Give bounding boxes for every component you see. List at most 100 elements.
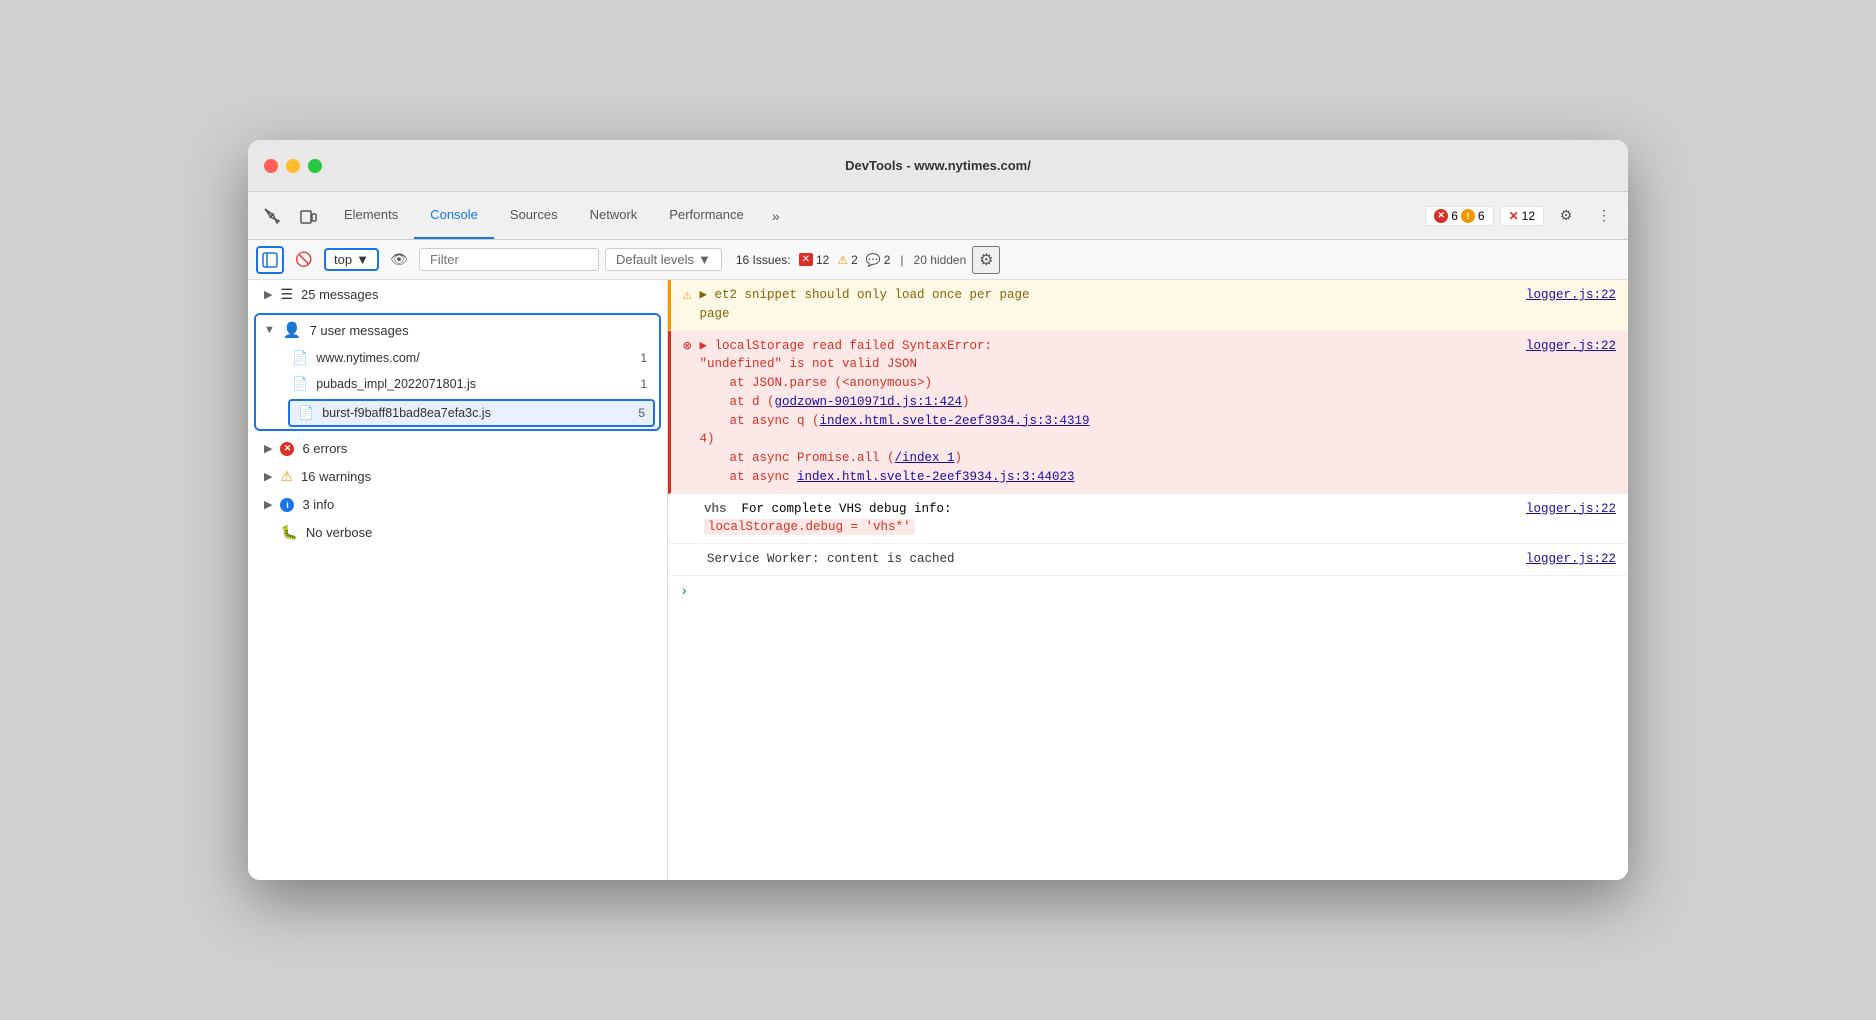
all-messages-label: 25 messages <box>301 287 378 302</box>
tab-bar: Elements Console Sources Network Perform… <box>328 192 1421 239</box>
sidebar-child-pubads[interactable]: 📄 pubads_impl_2022071801.js 1 <box>256 371 659 397</box>
sidebar-item-warnings[interactable]: ▶ ⚠ 16 warnings <box>248 462 667 491</box>
issues-info-icon: 💬 <box>866 253 881 267</box>
errors-count: 6 <box>1451 209 1458 223</box>
console-sidebar: ▶ ☰ 25 messages ▼ 👤 7 user messages 📄 ww… <box>248 280 668 880</box>
sidebar-child-burst[interactable]: 📄 burst-f9baff81bad8ea7efa3c.js 5 <box>288 399 655 427</box>
vhs-link[interactable]: logger.js:22 <box>1526 500 1616 519</box>
filter-input[interactable] <box>419 248 599 271</box>
more-tabs-button[interactable]: » <box>760 200 792 232</box>
vhs-text: vhs For complete VHS debug info: <box>704 500 952 519</box>
godzown-link[interactable]: godzown-9010971d.js:1:424 <box>774 395 962 409</box>
vhs-code: localStorage.debug = 'vhs*' <box>704 519 915 535</box>
sidebar-item-verbose[interactable]: ▶ 🐛 No verbose <box>248 518 667 547</box>
issues-info-count: 💬 2 <box>866 253 891 267</box>
file-icon: 📄 <box>292 350 308 366</box>
tab-elements[interactable]: Elements <box>328 192 414 239</box>
warning-link[interactable]: logger.js:22 <box>1526 286 1616 305</box>
more-options-button[interactable]: ⋮ <box>1588 200 1620 232</box>
block-requests-button[interactable]: 🚫 <box>290 246 318 274</box>
user-messages-group: ▼ 👤 7 user messages 📄 www.nytimes.com/ 1… <box>254 313 661 431</box>
warning-text: ▶ et2 snippet should only load once per … <box>699 286 1029 305</box>
expand-arrow: ▼ <box>264 324 275 336</box>
error-text-1: ▶ localStorage read failed SyntaxError: <box>699 337 992 356</box>
error-line-1: ▶ localStorage read failed SyntaxError: … <box>699 337 1616 356</box>
context-label: top <box>334 252 352 267</box>
issues-warnings-count: ⚠ 2 <box>837 253 857 267</box>
issues-icon: ✕ <box>1509 209 1519 223</box>
warning-msg-icon: ⚠ <box>683 287 691 304</box>
promise-link[interactable]: /index 1 <box>894 451 954 465</box>
file-icon-burst: 📄 <box>298 405 314 421</box>
index1-link[interactable]: index.html.svelte-2eef3934.js:3:4319 <box>819 414 1089 428</box>
warnings-count: 6 <box>1478 209 1485 223</box>
errors-label: 6 errors <box>302 441 347 456</box>
console-warning-msg: ⚠ ▶ et2 snippet should only load once pe… <box>668 280 1628 331</box>
error-link[interactable]: logger.js:22 <box>1526 337 1616 356</box>
sidebar-item-errors[interactable]: ▶ ✕ 6 errors <box>248 435 667 462</box>
console-output: ⚠ ▶ et2 snippet should only load once pe… <box>668 280 1628 880</box>
warning-cont-text: page <box>699 305 1616 324</box>
warning-msg-line: ▶ et2 snippet should only load once per … <box>699 286 1616 305</box>
show-sidebar-button[interactable] <box>256 246 284 274</box>
minimize-button[interactable] <box>286 159 300 173</box>
levels-label: Default levels <box>616 252 694 267</box>
file-icon-pubads: 📄 <box>292 376 308 392</box>
warnings-icon: ⚠ <box>280 468 293 485</box>
issues-error-icon: ✕ <box>799 253 813 266</box>
vhs-msg-content: vhs For complete VHS debug info: logger.… <box>704 500 1616 538</box>
error-text-3: at JSON.parse (<anonymous>) <box>699 374 1616 393</box>
inspect-element-button[interactable] <box>256 200 288 232</box>
levels-dropdown[interactable]: Default levels ▼ <box>605 248 722 271</box>
sidebar-item-all-messages[interactable]: ▶ ☰ 25 messages <box>248 280 667 309</box>
console-vhs-msg: vhs For complete VHS debug info: logger.… <box>668 494 1628 545</box>
console-settings-button[interactable]: ⚙ <box>972 246 1000 274</box>
main-content: ▶ ☰ 25 messages ▼ 👤 7 user messages 📄 ww… <box>248 280 1628 880</box>
tab-sources[interactable]: Sources <box>494 192 574 239</box>
device-toggle-button[interactable] <box>292 200 324 232</box>
info-label: 3 info <box>302 497 334 512</box>
index2-link[interactable]: index.html.svelte-2eef3934.js:3:44023 <box>797 470 1075 484</box>
tab-network[interactable]: Network <box>574 192 654 239</box>
hidden-count: | <box>900 253 903 267</box>
error-icon: ✕ <box>1434 209 1448 223</box>
tab-performance[interactable]: Performance <box>653 192 759 239</box>
settings-button[interactable]: ⚙ <box>1550 200 1582 232</box>
error-msg-content: ▶ localStorage read failed SyntaxError: … <box>699 337 1616 487</box>
errors-badge[interactable]: ✕ 6 ! 6 <box>1425 206 1493 226</box>
pubads-label: pubads_impl_2022071801.js <box>316 377 476 391</box>
nytimes-count: 1 <box>640 351 647 365</box>
close-button[interactable] <box>264 159 278 173</box>
header-right: ✕ 6 ! 6 ✕ 12 ⚙ ⋮ <box>1425 200 1620 232</box>
tab-console[interactable]: Console <box>414 192 494 239</box>
service-msg-content: Service Worker: content is cached logger… <box>707 550 1616 569</box>
issues-warning-icon: ⚠ <box>837 253 848 267</box>
console-toolbar: 🚫 top ▼ 👁 Default levels ▼ 16 Issues: ✕ … <box>248 240 1628 280</box>
window-title: DevTools - www.nytimes.com/ <box>845 158 1031 173</box>
user-messages-header[interactable]: ▼ 👤 7 user messages <box>256 315 659 345</box>
sidebar-child-nytimes[interactable]: 📄 www.nytimes.com/ 1 <box>256 345 659 371</box>
console-service-msg: Service Worker: content is cached logger… <box>668 544 1628 576</box>
context-selector[interactable]: top ▼ <box>324 248 379 271</box>
error-text-8: at async index.html.svelte-2eef3934.js:3… <box>699 468 1616 487</box>
eye-button[interactable]: 👁 <box>385 246 413 274</box>
info-arrow: ▶ <box>264 498 272 511</box>
devtools-header: Elements Console Sources Network Perform… <box>248 192 1628 240</box>
hidden-label: 20 hidden <box>914 253 967 267</box>
vhs-label: vhs <box>704 502 727 516</box>
error-text-7: at async Promise.all (/index 1) <box>699 449 1616 468</box>
pubads-count: 1 <box>640 377 647 391</box>
issues-badge[interactable]: ✕ 12 <box>1500 206 1544 226</box>
vhs-line: vhs For complete VHS debug info: logger.… <box>704 500 1616 519</box>
maximize-button[interactable] <box>308 159 322 173</box>
console-prompt[interactable]: › <box>668 576 1628 608</box>
warning-icon: ! <box>1461 209 1475 223</box>
sidebar-item-info[interactable]: ▶ i 3 info <box>248 491 667 518</box>
console-error-msg: ⊗ ▶ localStorage read failed SyntaxError… <box>668 331 1628 494</box>
window-controls <box>264 159 322 173</box>
list-icon: ☰ <box>280 286 293 303</box>
user-icon: 👤 <box>283 321 302 339</box>
burst-label: burst-f9baff81bad8ea7efa3c.js <box>322 406 491 420</box>
service-text: Service Worker: content is cached <box>707 550 955 569</box>
service-link[interactable]: logger.js:22 <box>1526 550 1616 569</box>
